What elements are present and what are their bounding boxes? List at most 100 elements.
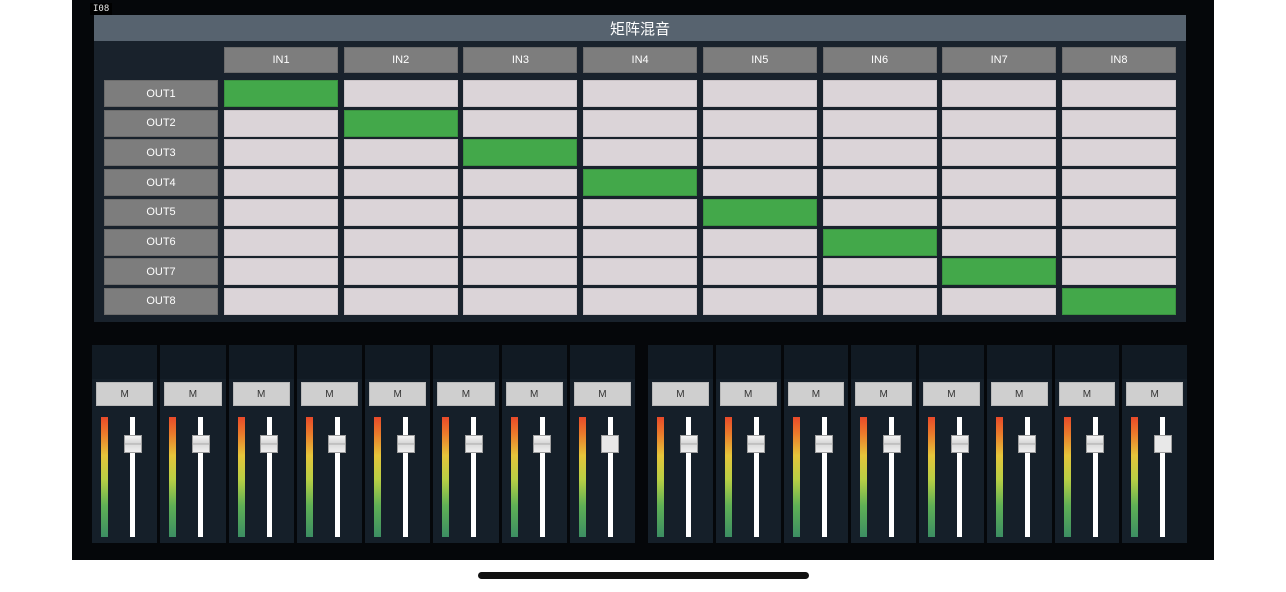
matrix-cell-out2-in4[interactable]: [583, 109, 698, 137]
matrix-cell-out1-in3[interactable]: [463, 80, 578, 107]
mute-button[interactable]: M: [719, 382, 777, 406]
matrix-cell-out6-in8[interactable]: [1061, 228, 1176, 256]
matrix-cell-out7-in3[interactable]: [463, 258, 578, 286]
matrix-cell-out6-in1[interactable]: [224, 228, 338, 256]
matrix-cell-out3-in5[interactable]: [702, 139, 817, 167]
matrix-cell-out3-in8[interactable]: [1061, 139, 1176, 167]
matrix-cell-out2-in8[interactable]: [1061, 109, 1176, 137]
matrix-cell-out4-in6[interactable]: [822, 169, 937, 197]
matrix-cell-out3-in7[interactable]: [942, 139, 1057, 167]
matrix-cell-out8-in6[interactable]: [822, 287, 937, 315]
mute-button[interactable]: M: [232, 382, 290, 406]
matrix-cell-out4-in3[interactable]: [463, 169, 578, 197]
matrix-cell-out3-in2[interactable]: [343, 139, 458, 167]
matrix-cell-out5-in4[interactable]: [583, 198, 698, 226]
matrix-cell-out5-in2[interactable]: [343, 198, 458, 226]
matrix-cell-out2-in3[interactable]: [463, 109, 578, 137]
matrix-cell-out6-in5[interactable]: [702, 228, 817, 256]
fader-knob[interactable]: [260, 435, 278, 454]
matrix-cell-out6-in4[interactable]: [583, 228, 698, 256]
matrix-cell-out5-in5[interactable]: [702, 198, 817, 226]
fader-knob[interactable]: [533, 435, 551, 454]
matrix-cell-out5-in1[interactable]: [224, 198, 338, 226]
matrix-cell-out3-in4[interactable]: [583, 139, 698, 167]
input-strip-5: M: [365, 345, 431, 543]
matrix-cell-out8-in8[interactable]: [1061, 287, 1176, 315]
mute-button[interactable]: M: [96, 382, 154, 406]
matrix-cell-out5-in6[interactable]: [822, 198, 937, 226]
fader-knob[interactable]: [747, 435, 766, 454]
matrix-cell-out8-in4[interactable]: [583, 287, 698, 315]
matrix-cell-out1-in7[interactable]: [942, 80, 1057, 107]
mute-button[interactable]: M: [1058, 382, 1116, 406]
mute-button[interactable]: M: [505, 382, 563, 406]
matrix-cell-out5-in8[interactable]: [1061, 198, 1176, 226]
matrix-cell-out2-in6[interactable]: [822, 109, 937, 137]
mute-button[interactable]: M: [369, 382, 427, 406]
matrix-cell-out8-in7[interactable]: [942, 287, 1057, 315]
matrix-cell-out6-in2[interactable]: [343, 228, 458, 256]
matrix-cell-out1-in6[interactable]: [822, 80, 937, 107]
matrix-cell-out7-in5[interactable]: [702, 258, 817, 286]
mute-button[interactable]: M: [652, 382, 709, 406]
fader-knob[interactable]: [1018, 435, 1037, 454]
fader-knob[interactable]: [815, 435, 833, 454]
matrix-cell-out1-in1[interactable]: [224, 80, 338, 107]
matrix-cell-out7-in1[interactable]: [224, 258, 338, 286]
matrix-cell-out4-in5[interactable]: [702, 169, 817, 197]
home-indicator[interactable]: [478, 572, 809, 579]
fader-knob[interactable]: [882, 435, 901, 454]
mute-button[interactable]: M: [573, 382, 631, 406]
mute-button[interactable]: M: [1126, 382, 1183, 406]
matrix-cell-out8-in3[interactable]: [463, 287, 578, 315]
matrix-cell-out7-in6[interactable]: [822, 258, 937, 286]
matrix-cell-out1-in8[interactable]: [1061, 80, 1176, 107]
fader-knob[interactable]: [328, 435, 347, 454]
matrix-cell-out3-in1[interactable]: [224, 139, 338, 167]
mute-button[interactable]: M: [787, 382, 845, 406]
matrix-cell-out6-in3[interactable]: [463, 228, 578, 256]
fader-knob[interactable]: [1086, 435, 1104, 454]
fader-knob[interactable]: [123, 435, 142, 454]
matrix-cell-out2-in5[interactable]: [702, 109, 817, 137]
matrix-cell-out7-in4[interactable]: [583, 258, 698, 286]
matrix-cell-out1-in2[interactable]: [343, 80, 458, 107]
matrix-cell-out8-in1[interactable]: [224, 287, 338, 315]
matrix-cell-out1-in4[interactable]: [583, 80, 698, 107]
mute-button[interactable]: M: [164, 382, 222, 406]
mute-button[interactable]: M: [437, 382, 495, 406]
matrix-cell-out8-in5[interactable]: [702, 287, 817, 315]
matrix-cell-out3-in6[interactable]: [822, 139, 937, 167]
fader-knob[interactable]: [1153, 435, 1172, 454]
matrix-cell-out2-in2[interactable]: [343, 109, 458, 137]
mute-button[interactable]: M: [855, 382, 912, 406]
matrix-cell-out3-in3[interactable]: [463, 139, 578, 167]
matrix-cell-out2-in7[interactable]: [942, 109, 1057, 137]
matrix-cell-out4-in4[interactable]: [583, 169, 698, 197]
matrix-cell-out4-in1[interactable]: [224, 169, 338, 197]
mute-button[interactable]: M: [300, 382, 358, 406]
matrix-cell-out4-in2[interactable]: [343, 169, 458, 197]
fader-knob[interactable]: [191, 435, 210, 454]
mute-button[interactable]: M: [923, 382, 980, 406]
matrix-cell-out4-in7[interactable]: [942, 169, 1057, 197]
matrix-cell-out7-in2[interactable]: [343, 258, 458, 286]
matrix-cell-out5-in7[interactable]: [942, 198, 1057, 226]
strip-header: [501, 345, 567, 379]
matrix-cell-out6-in6[interactable]: [822, 228, 937, 256]
matrix-cell-out7-in7[interactable]: [942, 258, 1057, 286]
fader-knob[interactable]: [396, 435, 415, 454]
fader-knob[interactable]: [601, 435, 620, 454]
matrix-cell-out4-in8[interactable]: [1061, 169, 1176, 197]
fader-knob[interactable]: [679, 435, 698, 454]
matrix-cell-out8-in2[interactable]: [343, 287, 458, 315]
matrix-cell-out7-in8[interactable]: [1061, 258, 1176, 286]
input-strip-3: M: [228, 345, 294, 543]
fader-knob[interactable]: [464, 435, 483, 454]
fader-knob[interactable]: [950, 435, 969, 454]
matrix-cell-out6-in7[interactable]: [942, 228, 1057, 256]
matrix-cell-out5-in3[interactable]: [463, 198, 578, 226]
matrix-cell-out2-in1[interactable]: [224, 109, 338, 137]
mute-button[interactable]: M: [990, 382, 1048, 406]
matrix-cell-out1-in5[interactable]: [702, 80, 817, 107]
